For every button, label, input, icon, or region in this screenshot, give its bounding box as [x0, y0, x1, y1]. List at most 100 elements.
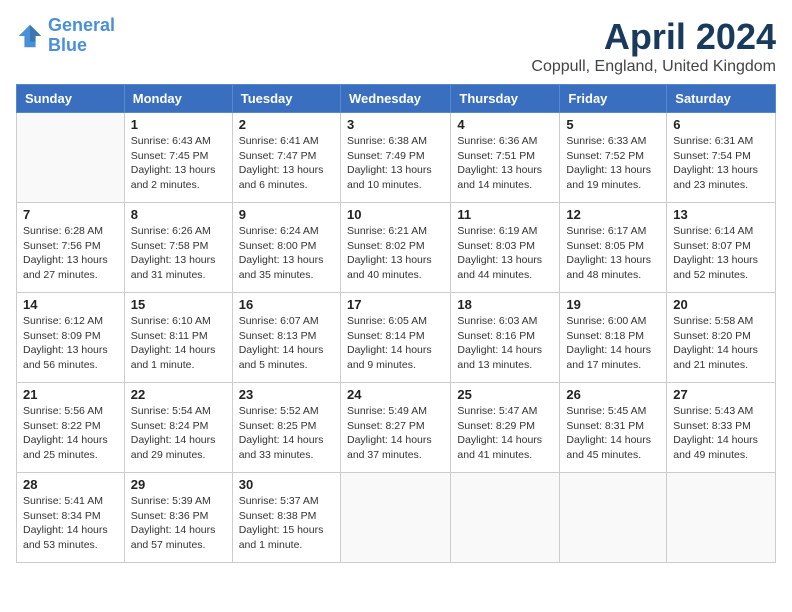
- day-info: Sunrise: 6:05 AMSunset: 8:14 PMDaylight:…: [347, 314, 444, 373]
- day-info: Sunrise: 5:49 AMSunset: 8:27 PMDaylight:…: [347, 404, 444, 463]
- calendar-cell: 27Sunrise: 5:43 AMSunset: 8:33 PMDayligh…: [667, 383, 776, 473]
- day-info: Sunrise: 5:37 AMSunset: 8:38 PMDaylight:…: [239, 494, 334, 553]
- calendar-cell: 6 Sunrise: 6:31 AMSunset: 7:54 PMDaylight…: [667, 113, 776, 203]
- calendar-cell: 8 Sunrise: 6:26 AMSunset: 7:58 PMDaylight…: [124, 203, 232, 293]
- day-number: 28: [23, 477, 118, 492]
- calendar-cell: 11Sunrise: 6:19 AMSunset: 8:03 PMDayligh…: [451, 203, 560, 293]
- calendar-cell: [451, 473, 560, 563]
- day-info: Sunrise: 6:43 AMSunset: 7:45 PMDaylight:…: [131, 134, 226, 193]
- day-number: 17: [347, 297, 444, 312]
- calendar-cell: 1 Sunrise: 6:43 AMSunset: 7:45 PMDaylight…: [124, 113, 232, 203]
- calendar-cell: [560, 473, 667, 563]
- calendar-cell: 23 Sunrise: 5:52 AMSunset: 8:25 PMDayligh…: [232, 383, 340, 473]
- calendar-cell: 4 Sunrise: 6:36 AMSunset: 7:51 PMDaylight…: [451, 113, 560, 203]
- calendar-cell: 3 Sunrise: 6:38 AMSunset: 7:49 PMDaylight…: [340, 113, 450, 203]
- day-info: Sunrise: 6:31 AMSunset: 7:54 PMDaylight:…: [673, 134, 769, 193]
- logo-icon: [16, 22, 44, 50]
- day-info: Sunrise: 6:28 AMSunset: 7:56 PMDaylight:…: [23, 224, 118, 283]
- calendar-table: SundayMondayTuesdayWednesdayThursdayFrid…: [16, 84, 776, 563]
- calendar-cell: 25Sunrise: 5:47 AMSunset: 8:29 PMDayligh…: [451, 383, 560, 473]
- day-number: 20: [673, 297, 769, 312]
- header-tuesday: Tuesday: [232, 85, 340, 113]
- day-number: 30: [239, 477, 334, 492]
- calendar-cell: 28 Sunrise: 5:41 AMSunset: 8:34 PMDayligh…: [17, 473, 125, 563]
- calendar-cell: 10 Sunrise: 6:21 AMSunset: 8:02 PMDayligh…: [340, 203, 450, 293]
- day-number: 27: [673, 387, 769, 402]
- calendar-cell: 7 Sunrise: 6:28 AMSunset: 7:56 PMDaylight…: [17, 203, 125, 293]
- day-number: 25: [457, 387, 553, 402]
- calendar-cell: 14Sunrise: 6:12 AMSunset: 8:09 PMDayligh…: [17, 293, 125, 383]
- day-number: 19: [566, 297, 660, 312]
- calendar-cell: 19 Sunrise: 6:00 AMSunset: 8:18 PMDayligh…: [560, 293, 667, 383]
- day-number: 22: [131, 387, 226, 402]
- day-info: Sunrise: 6:14 AMSunset: 8:07 PMDaylight:…: [673, 224, 769, 283]
- day-number: 2: [239, 117, 334, 132]
- logo: General Blue: [16, 16, 115, 56]
- calendar-cell: 9Sunrise: 6:24 AMSunset: 8:00 PMDaylight…: [232, 203, 340, 293]
- logo-text: General Blue: [48, 16, 115, 56]
- day-number: 12: [566, 207, 660, 222]
- header-wednesday: Wednesday: [340, 85, 450, 113]
- header-saturday: Saturday: [667, 85, 776, 113]
- calendar-cell: 2 Sunrise: 6:41 AMSunset: 7:47 PMDaylight…: [232, 113, 340, 203]
- day-number: 8: [131, 207, 226, 222]
- week-row-5: 28 Sunrise: 5:41 AMSunset: 8:34 PMDayligh…: [17, 473, 776, 563]
- day-info: Sunrise: 5:54 AMSunset: 8:24 PMDaylight:…: [131, 404, 226, 463]
- day-info: Sunrise: 6:33 AMSunset: 7:52 PMDaylight:…: [566, 134, 660, 193]
- calendar-cell: 5Sunrise: 6:33 AMSunset: 7:52 PMDaylight…: [560, 113, 667, 203]
- week-row-1: 1 Sunrise: 6:43 AMSunset: 7:45 PMDaylight…: [17, 113, 776, 203]
- day-number: 26: [566, 387, 660, 402]
- day-number: 3: [347, 117, 444, 132]
- calendar-cell: 21 Sunrise: 5:56 AMSunset: 8:22 PMDayligh…: [17, 383, 125, 473]
- calendar-cell: 18 Sunrise: 6:03 AMSunset: 8:16 PMDayligh…: [451, 293, 560, 383]
- month-title: April 2024: [531, 16, 776, 58]
- calendar-cell: 20 Sunrise: 5:58 AMSunset: 8:20 PMDayligh…: [667, 293, 776, 383]
- calendar-cell: [667, 473, 776, 563]
- calendar-cell: 26 Sunrise: 5:45 AMSunset: 8:31 PMDayligh…: [560, 383, 667, 473]
- week-row-4: 21 Sunrise: 5:56 AMSunset: 8:22 PMDayligh…: [17, 383, 776, 473]
- day-info: Sunrise: 5:41 AMSunset: 8:34 PMDaylight:…: [23, 494, 118, 553]
- day-number: 10: [347, 207, 444, 222]
- calendar-cell: [17, 113, 125, 203]
- day-number: 13: [673, 207, 769, 222]
- day-info: Sunrise: 6:17 AMSunset: 8:05 PMDaylight:…: [566, 224, 660, 283]
- day-number: 7: [23, 207, 118, 222]
- day-number: 6: [673, 117, 769, 132]
- day-number: 1: [131, 117, 226, 132]
- day-number: 21: [23, 387, 118, 402]
- day-info: Sunrise: 6:21 AMSunset: 8:02 PMDaylight:…: [347, 224, 444, 283]
- day-number: 24: [347, 387, 444, 402]
- calendar-cell: 24 Sunrise: 5:49 AMSunset: 8:27 PMDayligh…: [340, 383, 450, 473]
- calendar-cell: 15 Sunrise: 6:10 AMSunset: 8:11 PMDayligh…: [124, 293, 232, 383]
- day-info: Sunrise: 6:10 AMSunset: 8:11 PMDaylight:…: [131, 314, 226, 373]
- day-info: Sunrise: 5:45 AMSunset: 8:31 PMDaylight:…: [566, 404, 660, 463]
- calendar-cell: 29 Sunrise: 5:39 AMSunset: 8:36 PMDayligh…: [124, 473, 232, 563]
- page-header: General Blue April 2024 Coppull, England…: [16, 16, 776, 76]
- header-sunday: Sunday: [17, 85, 125, 113]
- day-info: Sunrise: 6:26 AMSunset: 7:58 PMDaylight:…: [131, 224, 226, 283]
- day-info: Sunrise: 6:36 AMSunset: 7:51 PMDaylight:…: [457, 134, 553, 193]
- calendar-cell: 22 Sunrise: 5:54 AMSunset: 8:24 PMDayligh…: [124, 383, 232, 473]
- calendar-cell: 30 Sunrise: 5:37 AMSunset: 8:38 PMDayligh…: [232, 473, 340, 563]
- day-info: Sunrise: 5:58 AMSunset: 8:20 PMDaylight:…: [673, 314, 769, 373]
- day-number: 18: [457, 297, 553, 312]
- day-number: 23: [239, 387, 334, 402]
- day-info: Sunrise: 5:39 AMSunset: 8:36 PMDaylight:…: [131, 494, 226, 553]
- header-monday: Monday: [124, 85, 232, 113]
- location: Coppull, England, United Kingdom: [531, 58, 776, 76]
- day-info: Sunrise: 6:03 AMSunset: 8:16 PMDaylight:…: [457, 314, 553, 373]
- day-info: Sunrise: 6:41 AMSunset: 7:47 PMDaylight:…: [239, 134, 334, 193]
- day-number: 14: [23, 297, 118, 312]
- day-info: Sunrise: 5:52 AMSunset: 8:25 PMDaylight:…: [239, 404, 334, 463]
- header-friday: Friday: [560, 85, 667, 113]
- calendar-header-row: SundayMondayTuesdayWednesdayThursdayFrid…: [17, 85, 776, 113]
- day-number: 29: [131, 477, 226, 492]
- day-info: Sunrise: 6:19 AMSunset: 8:03 PMDaylight:…: [457, 224, 553, 283]
- day-info: Sunrise: 6:38 AMSunset: 7:49 PMDaylight:…: [347, 134, 444, 193]
- day-info: Sunrise: 5:56 AMSunset: 8:22 PMDaylight:…: [23, 404, 118, 463]
- day-info: Sunrise: 6:00 AMSunset: 8:18 PMDaylight:…: [566, 314, 660, 373]
- week-row-3: 14Sunrise: 6:12 AMSunset: 8:09 PMDayligh…: [17, 293, 776, 383]
- calendar-cell: 12 Sunrise: 6:17 AMSunset: 8:05 PMDayligh…: [560, 203, 667, 293]
- day-number: 4: [457, 117, 553, 132]
- day-number: 15: [131, 297, 226, 312]
